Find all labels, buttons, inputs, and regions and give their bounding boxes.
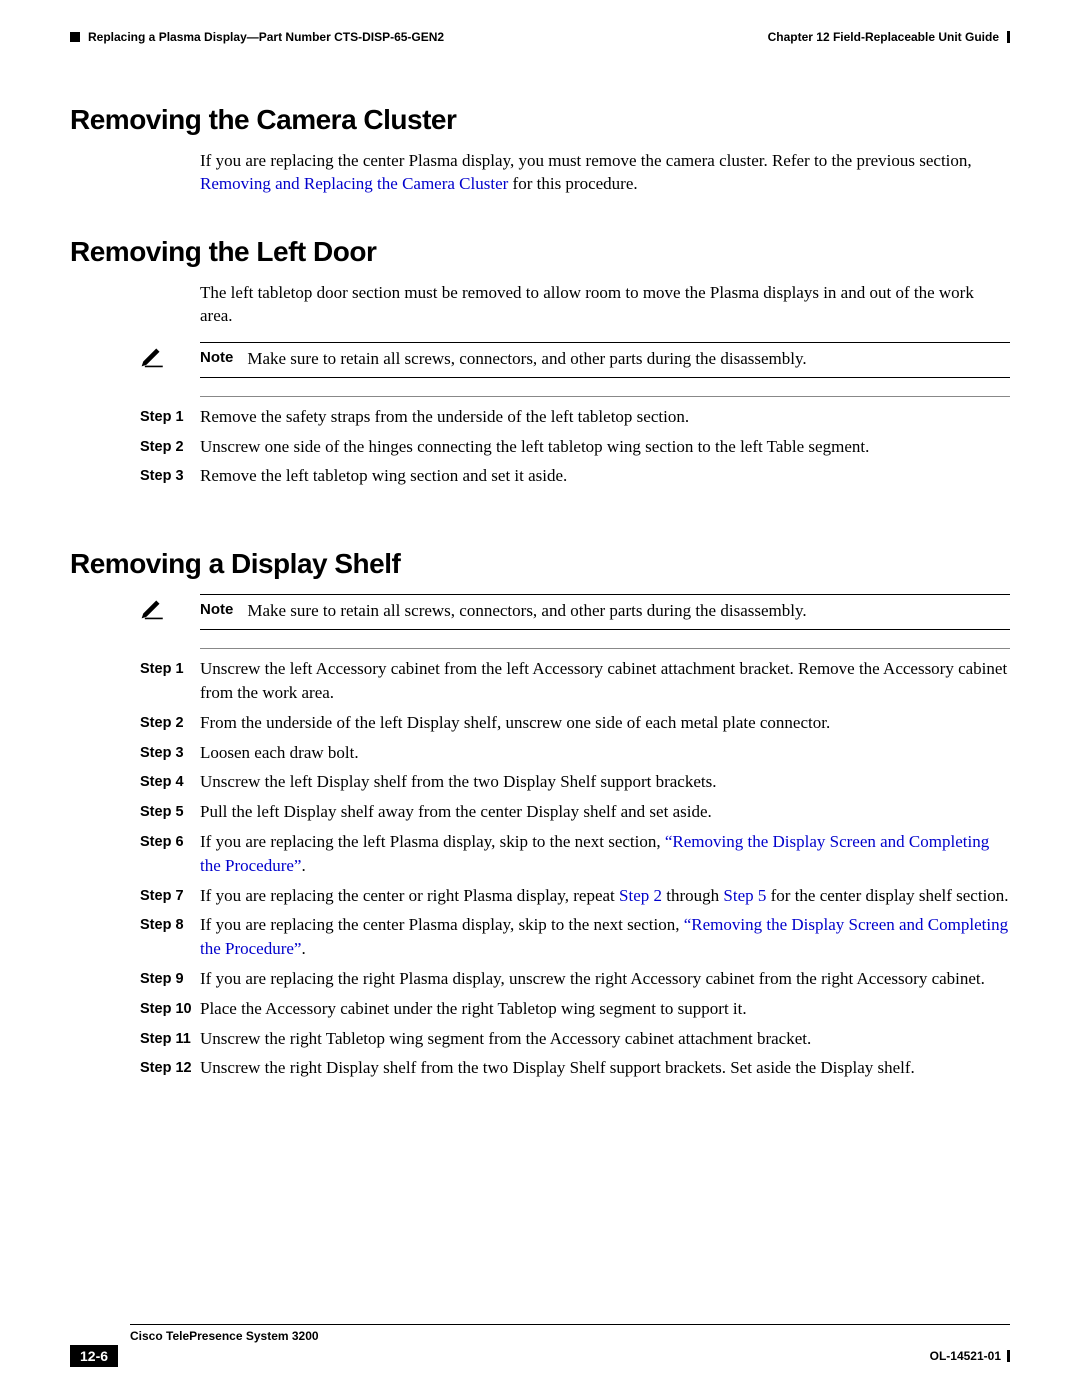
step-label: Step 5	[140, 800, 200, 824]
paragraph: The left tabletop door section must be r…	[200, 282, 1010, 328]
step-text: Place the Accessory cabinet under the ri…	[200, 997, 1010, 1021]
step-text: Unscrew the left Display shelf from the …	[200, 770, 1010, 794]
step-label: Step 3	[140, 464, 200, 488]
step-label: Step 9	[140, 967, 200, 991]
pencil-icon	[140, 342, 166, 368]
header-section: Replacing a Plasma Display—Part Number C…	[88, 30, 444, 44]
step-text: Remove the safety straps from the unders…	[200, 405, 1010, 429]
note-icon-col	[140, 594, 200, 625]
note-content: Note Make sure to retain all screws, con…	[200, 342, 1010, 378]
pencil-icon	[140, 594, 166, 620]
step-row: Step 4 Unscrew the left Display shelf fr…	[140, 770, 1010, 794]
text: for the center display shelf section.	[766, 886, 1008, 905]
link-removing-camera-cluster[interactable]: Removing and Replacing the Camera Cluste…	[200, 174, 508, 193]
text: If you are replacing the left Plasma dis…	[200, 832, 665, 851]
header-square-icon	[70, 32, 80, 42]
text: If you are replacing the center Plasma d…	[200, 151, 972, 170]
step-text: Unscrew the left Accessory cabinet from …	[200, 657, 1010, 705]
step-row: Step 10 Place the Accessory cabinet unde…	[140, 997, 1010, 1021]
step-row: Step 2 From the underside of the left Di…	[140, 711, 1010, 735]
heading-display-shelf: Removing a Display Shelf	[70, 548, 1010, 580]
step-label: Step 6	[140, 830, 200, 878]
step-label: Step 1	[140, 657, 200, 705]
step-row: Step 11 Unscrew the right Tabletop wing …	[140, 1027, 1010, 1051]
footer: Cisco TelePresence System 3200 12-6 OL-1…	[70, 1324, 1010, 1367]
heading-left-door: Removing the Left Door	[70, 236, 1010, 268]
step-text: Unscrew one side of the hinges connectin…	[200, 435, 1010, 459]
text: .	[301, 856, 305, 875]
header-chapter: Chapter 12 Field-Replaceable Unit Guide	[768, 30, 999, 44]
divider	[200, 396, 1010, 397]
note-label: Note	[200, 349, 233, 369]
step-row: Step 9 If you are replacing the right Pl…	[140, 967, 1010, 991]
note-text: Make sure to retain all screws, connecto…	[247, 601, 806, 621]
step-text: If you are replacing the center or right…	[200, 884, 1010, 908]
paragraph: If you are replacing the center Plasma d…	[200, 150, 1010, 196]
note-label: Note	[200, 601, 233, 621]
text: If you are replacing the center or right…	[200, 886, 619, 905]
footer-bar-icon	[1007, 1350, 1010, 1362]
step-label: Step 2	[140, 435, 200, 459]
step-label: Step 3	[140, 741, 200, 765]
page: Replacing a Plasma Display—Part Number C…	[0, 0, 1080, 1397]
step-text: Pull the left Display shelf away from th…	[200, 800, 1010, 824]
text: .	[301, 939, 305, 958]
step-text: Unscrew the right Tabletop wing segment …	[200, 1027, 1010, 1051]
step-label: Step 8	[140, 913, 200, 961]
step-row: Step 3 Loosen each draw bolt.	[140, 741, 1010, 765]
step-row: Step 1 Unscrew the left Accessory cabine…	[140, 657, 1010, 705]
step-row: Step 8 If you are replacing the center P…	[140, 913, 1010, 961]
step-text: If you are replacing the right Plasma di…	[200, 967, 1010, 991]
link-step5[interactable]: Step 5	[723, 886, 766, 905]
step-row: Step 1 Remove the safety straps from the…	[140, 405, 1010, 429]
step-label: Step 1	[140, 405, 200, 429]
step-row: Step 12 Unscrew the right Display shelf …	[140, 1056, 1010, 1080]
header-right: Chapter 12 Field-Replaceable Unit Guide	[768, 30, 1010, 44]
note-block: Note Make sure to retain all screws, con…	[140, 342, 1010, 378]
step-label: Step 4	[140, 770, 200, 794]
step-row: Step 5 Pull the left Display shelf away …	[140, 800, 1010, 824]
step-text: If you are replacing the center Plasma d…	[200, 913, 1010, 961]
header-bar-icon	[1007, 31, 1010, 43]
doc-id-text: OL-14521-01	[930, 1349, 1001, 1363]
step-label: Step 11	[140, 1027, 200, 1051]
step-text: From the underside of the left Display s…	[200, 711, 1010, 735]
header-left: Replacing a Plasma Display—Part Number C…	[70, 30, 444, 44]
link-step2[interactable]: Step 2	[619, 886, 662, 905]
step-label: Step 12	[140, 1056, 200, 1080]
step-row: Step 3 Remove the left tabletop wing sec…	[140, 464, 1010, 488]
step-label: Step 10	[140, 997, 200, 1021]
divider	[200, 648, 1010, 649]
note-content: Note Make sure to retain all screws, con…	[200, 594, 1010, 630]
step-label: Step 2	[140, 711, 200, 735]
step-row: Step 2 Unscrew one side of the hinges co…	[140, 435, 1010, 459]
step-text: Unscrew the right Display shelf from the…	[200, 1056, 1010, 1080]
footer-book-title: Cisco TelePresence System 3200	[130, 1324, 1010, 1343]
step-row: Step 6 If you are replacing the left Pla…	[140, 830, 1010, 878]
step-text: Remove the left tabletop wing section an…	[200, 464, 1010, 488]
doc-id: OL-14521-01	[930, 1349, 1010, 1363]
heading-camera-cluster: Removing the Camera Cluster	[70, 104, 1010, 136]
step-text: Loosen each draw bolt.	[200, 741, 1010, 765]
text: If you are replacing the center Plasma d…	[200, 915, 684, 934]
text: for this procedure.	[508, 174, 637, 193]
page-number: 12-6	[70, 1345, 118, 1367]
running-header: Replacing a Plasma Display—Part Number C…	[70, 30, 1010, 44]
note-block: Note Make sure to retain all screws, con…	[140, 594, 1010, 630]
step-text: If you are replacing the left Plasma dis…	[200, 830, 1010, 878]
note-text: Make sure to retain all screws, connecto…	[247, 349, 806, 369]
step-label: Step 7	[140, 884, 200, 908]
note-icon-col	[140, 342, 200, 373]
text: through	[662, 886, 723, 905]
footer-bottom: 12-6 OL-14521-01	[70, 1345, 1010, 1367]
step-row: Step 7 If you are replacing the center o…	[140, 884, 1010, 908]
